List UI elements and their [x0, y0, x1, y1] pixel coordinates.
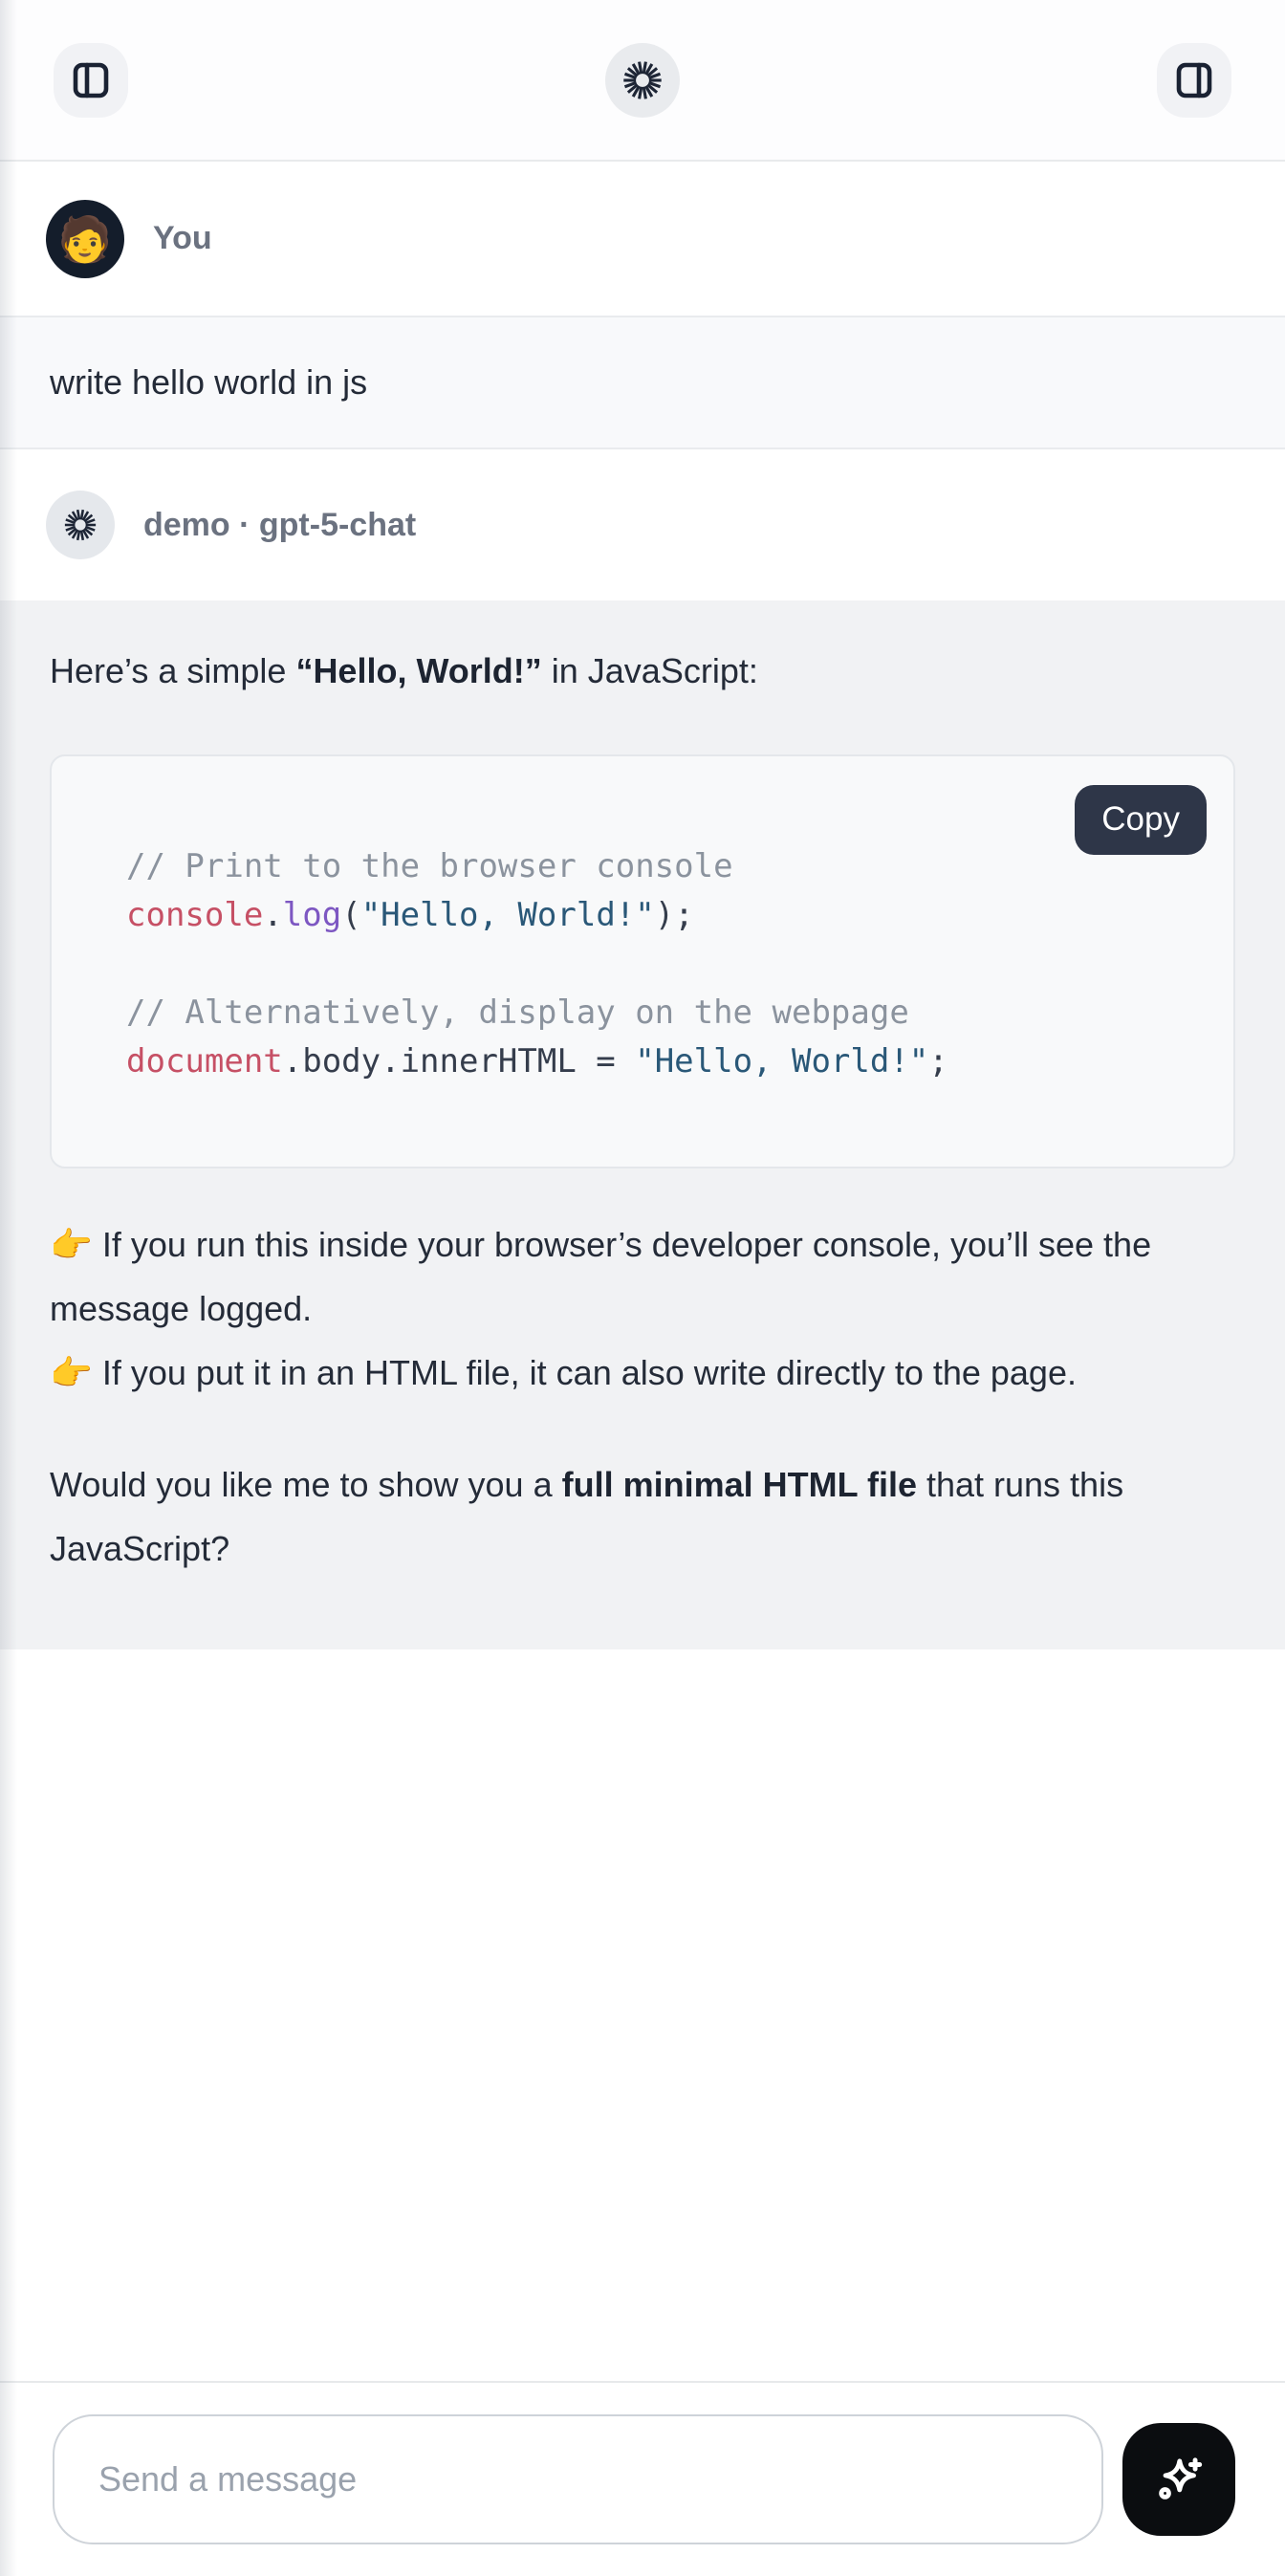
- assistant-author-name: demo · gpt-5-chat: [143, 507, 416, 544]
- assistant-message: demo · gpt-5-chat Here’s a simple “Hello…: [0, 449, 1285, 1649]
- starburst-icon: [63, 508, 98, 542]
- assistant-author-row: demo · gpt-5-chat: [0, 449, 1285, 600]
- empty-chat-space: [0, 1649, 1285, 2381]
- code-content: // Print to the browser console console.…: [126, 842, 1159, 1086]
- right-panel-toggle-button[interactable]: [1157, 43, 1231, 118]
- code-line-blank: [126, 940, 1159, 989]
- composer: [0, 2381, 1285, 2576]
- pointing-right-emoji: 👉: [50, 1353, 93, 1392]
- top-bar: [0, 0, 1285, 162]
- code-line: // Print to the browser console: [126, 842, 1159, 891]
- code-block: Copy // Print to the browser console con…: [50, 754, 1235, 1168]
- code-line: // Alternatively, display on the webpage: [126, 989, 1159, 1037]
- tip-line: 👉 If you run this inside your browser’s …: [50, 1212, 1235, 1341]
- message-input[interactable]: [53, 2414, 1103, 2544]
- panel-left-icon: [68, 57, 114, 103]
- sidebar-toggle-button[interactable]: [54, 43, 128, 118]
- code-line: document.body.innerHTML = "Hello, World!…: [126, 1037, 1159, 1086]
- user-author-name: You: [153, 220, 212, 257]
- copy-button[interactable]: Copy: [1075, 785, 1207, 855]
- pointing-right-emoji: 👉: [50, 1225, 93, 1264]
- chat-scroll-area[interactable]: 🧑 You write hello world in js demo · gpt…: [0, 162, 1285, 2381]
- model-button[interactable]: [605, 43, 680, 118]
- assistant-followup-text: Would you like me to show you a full min…: [50, 1452, 1235, 1581]
- user-message-band: write hello world in js: [0, 316, 1285, 449]
- user-message: 🧑 You write hello world in js: [0, 162, 1285, 449]
- tip-line: 👉 If you put it in an HTML file, it can …: [50, 1341, 1235, 1405]
- panel-right-icon: [1171, 57, 1217, 103]
- send-button[interactable]: [1122, 2423, 1235, 2536]
- assistant-tips: 👉 If you run this inside your browser’s …: [50, 1212, 1235, 1405]
- chat-app: 🧑 You write hello world in js demo · gpt…: [0, 0, 1285, 2576]
- person-emoji: 🧑: [57, 217, 112, 261]
- user-message-text: write hello world in js: [50, 362, 367, 403]
- assistant-message-band: Here’s a simple “Hello, World!” in JavaS…: [0, 600, 1285, 1649]
- assistant-avatar: [46, 491, 115, 559]
- code-line: console.log("Hello, World!");: [126, 891, 1159, 940]
- sparkles-icon: [1149, 2450, 1209, 2509]
- user-author-row: 🧑 You: [0, 162, 1285, 316]
- user-avatar: 🧑: [46, 200, 124, 278]
- assistant-intro-text: Here’s a simple “Hello, World!” in JavaS…: [50, 639, 1235, 703]
- starburst-icon: [621, 59, 664, 101]
